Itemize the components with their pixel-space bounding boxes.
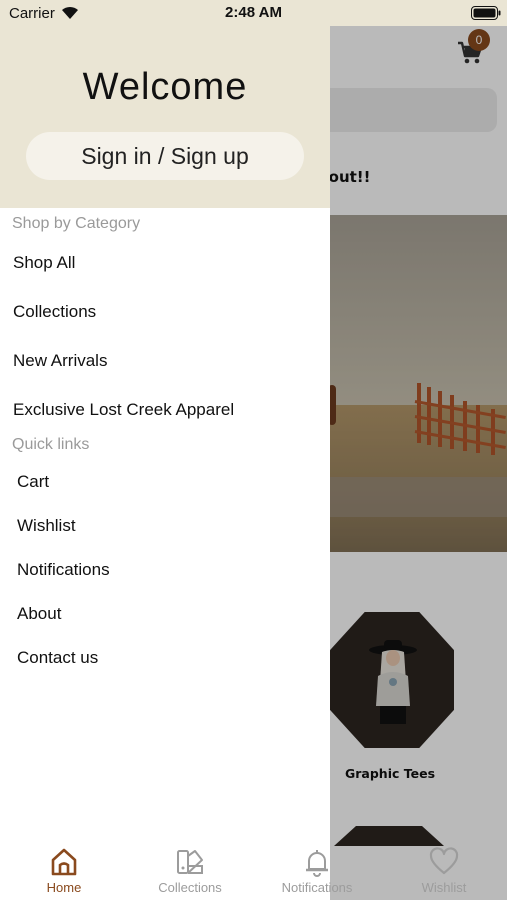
menu-item-shop-all[interactable]: Shop All: [13, 253, 75, 273]
tab-collections-label: Collections: [158, 880, 222, 895]
drawer-header: Welcome Sign in / Sign up: [0, 26, 330, 208]
menu-item-about[interactable]: About: [17, 604, 61, 624]
menu-item-new-arrivals[interactable]: New Arrivals: [13, 351, 107, 371]
bottom-tab-bar: Home Collections Notifications Wishlist: [0, 838, 507, 900]
menu-item-notifications[interactable]: Notifications: [17, 560, 110, 580]
tab-home[interactable]: Home: [14, 838, 114, 900]
battery-icon: [471, 6, 501, 20]
menu-item-contact-us[interactable]: Contact us: [17, 648, 98, 668]
shop-by-category-title: Shop by Category: [12, 215, 141, 232]
status-time: 2:48 AM: [225, 4, 282, 21]
tab-notifications-label: Notifications: [281, 880, 353, 895]
collections-icon: [177, 850, 203, 874]
menu-item-exclusive-apparel[interactable]: Exclusive Lost Creek Apparel: [13, 400, 234, 420]
bell-icon: [306, 850, 328, 877]
side-drawer: Welcome Sign in / Sign up Shop by Catego…: [0, 26, 330, 900]
sign-in-button[interactable]: Sign in / Sign up: [26, 132, 304, 180]
menu-item-collections[interactable]: Collections: [13, 302, 96, 322]
tab-wishlist[interactable]: Wishlist: [394, 838, 494, 900]
tab-home-label: Home: [46, 880, 82, 895]
welcome-title: Welcome: [82, 66, 248, 108]
menu-item-cart[interactable]: Cart: [17, 472, 49, 492]
home-icon: [51, 848, 77, 876]
menu-item-wishlist[interactable]: Wishlist: [17, 516, 76, 536]
tab-notifications[interactable]: Notifications: [266, 838, 368, 900]
tab-collections[interactable]: Collections: [140, 838, 240, 900]
heart-icon: [429, 847, 459, 875]
status-bar: Carrier 2:48 AM: [0, 0, 507, 26]
quick-links-title: Quick links: [12, 436, 90, 453]
tab-wishlist-label: Wishlist: [421, 880, 467, 895]
